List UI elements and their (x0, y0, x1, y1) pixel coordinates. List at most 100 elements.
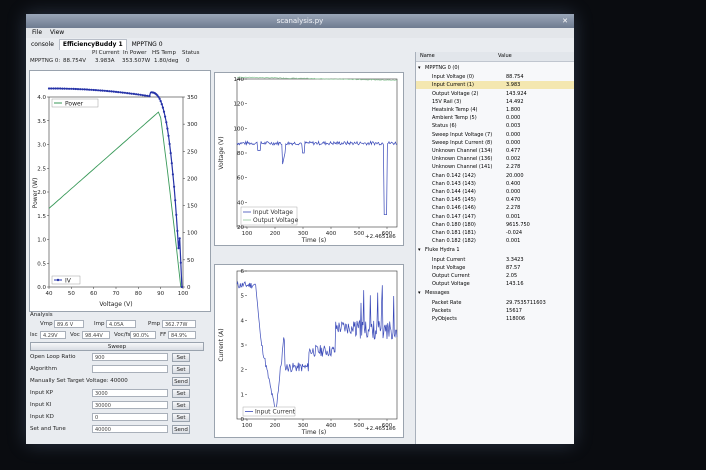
expand-arrow-icon[interactable]: ▾ (418, 64, 421, 72)
y-tick-label: 80 (237, 151, 244, 157)
tree-item[interactable]: Packets 15617 (416, 307, 574, 315)
iv-point (173, 185, 176, 188)
set-button[interactable]: Set (172, 353, 190, 362)
tree-item-name: Packet Rate (432, 299, 462, 306)
control-input[interactable]: 900 (92, 353, 168, 361)
control-input[interactable]: 3000 (92, 389, 168, 397)
control-label: Input KD (30, 414, 54, 420)
status-current: 3.983A (95, 58, 115, 64)
tree-item[interactable]: Ambient Temp (5) 0.000 (416, 114, 574, 122)
tree-item-value: 1.800 (506, 107, 521, 113)
tab-mpptng[interactable]: MPPTNG 0 (129, 40, 166, 50)
tree-item[interactable]: Chan 0.147 (147) 0.001 (416, 213, 574, 221)
iv-point (141, 94, 144, 97)
voltage-plot-area (236, 78, 398, 228)
tree-item[interactable]: Status (6) 0.003 (416, 122, 574, 130)
current-panel: 100 200 300 400 500 600 0 1 2 3 4 5 6 Input Current … (214, 264, 404, 438)
app-window: scanalysis.py ✕ File View console Effici… (26, 14, 574, 444)
tree-item[interactable]: Chan 0.143 (143) 0.400 (416, 180, 574, 188)
expand-arrow-icon[interactable]: ▾ (418, 289, 421, 297)
tree-item[interactable]: Chan 0.142 (142) 20.000 (416, 172, 574, 180)
tree-item[interactable]: Chan 0.145 (145) 0.470 (416, 196, 574, 204)
tree-item[interactable]: Heatsink Temp (4) 1.800 (416, 106, 574, 114)
control-input[interactable] (92, 365, 168, 373)
iv-point (101, 89, 104, 92)
y-tick-label: 4 (241, 318, 245, 324)
iv-point (88, 88, 91, 91)
pv-curve-panel: 40 50 60 70 80 90 100 0.0 0.5 1.0 1.5 2.0 2.5 3.0 3.5 4… (29, 70, 211, 312)
voltage-ylabel: Voltage (V) (218, 136, 225, 169)
pv-curve-chart: 40 50 60 70 80 90 1000.00.51.01.52.02.53.03.54… (32, 87, 198, 308)
close-icon[interactable]: ✕ (560, 16, 570, 26)
sweep-button[interactable]: Sweep (30, 342, 204, 351)
tree-item[interactable]: 15V Rail (3) 14.492 (416, 98, 574, 106)
tree-group[interactable]: ▾ MPPTNG 0 (0) (418, 64, 573, 72)
tree-item[interactable]: Sweep Input Voltage (7) 0.000 (416, 131, 574, 139)
tree-item[interactable]: Output Voltage (2) 143.924 (416, 90, 574, 98)
y-tick-label: 3.0 (37, 143, 46, 149)
input-current-legend: Input Current (255, 409, 296, 416)
tree-item[interactable]: Chan 0.180 (180) 9615.750 (416, 221, 574, 229)
tree-item[interactable]: Unknown Channel (141) 2.278 (416, 163, 574, 171)
send-button[interactable]: Send (172, 425, 190, 434)
menu-file[interactable]: File (32, 29, 42, 36)
voltage-chart: 100 200 300 400 500 60020406080100120140 Inpu… (218, 76, 398, 244)
tree-item[interactable]: Input Current 3.3423 (416, 256, 574, 264)
power-legend-label: Power (65, 101, 84, 108)
tree-item[interactable]: Input Current (1) 3.983 (416, 81, 574, 90)
tree-item-value: 0.400 (506, 180, 521, 187)
tree-item[interactable]: Packet Rate 29.7535711603 (416, 299, 574, 307)
tree-item-name: Chan 0.180 (180) (432, 221, 476, 228)
set-button[interactable]: Set (172, 389, 190, 398)
expand-arrow-icon[interactable]: ▾ (418, 246, 421, 254)
y-tick-label: 1.5 (37, 214, 46, 220)
x-tick-label: 100 (242, 423, 253, 429)
iv-point (130, 92, 133, 95)
set-button[interactable]: Set (172, 401, 190, 410)
iv-point (180, 285, 183, 289)
send-button[interactable]: Send (172, 377, 190, 386)
tree-item[interactable]: Output Voltage 143.16 (416, 280, 574, 288)
isc-field[interactable]: 4.29V (40, 331, 66, 339)
control-input[interactable]: 40000 (92, 425, 168, 433)
iv-point (92, 88, 95, 92)
tree-item[interactable]: Output Current 2.05 (416, 272, 574, 280)
tree-item[interactable]: Chan 0.144 (144) 0.000 (416, 188, 574, 196)
tree-item[interactable]: Input Voltage 87.57 (416, 264, 574, 272)
y-right-tick-label: 150 (187, 204, 198, 210)
tree-item-name: Input Current (1) (432, 82, 474, 89)
tree-item[interactable]: Unknown Channel (134) 0.477 (416, 147, 574, 155)
control-input[interactable]: 0 (92, 413, 168, 421)
vocfs-field[interactable]: 90.0% (130, 331, 156, 339)
tree-item-value: 0.000 (506, 189, 521, 195)
set-button[interactable]: Set (172, 413, 190, 422)
tree-group[interactable]: ▾ Fluke Hydra 1 (418, 246, 573, 254)
ff-field[interactable]: 84.9% (168, 331, 196, 339)
tree-item-name: Unknown Channel (141) (432, 164, 493, 171)
y-tick-label: 60 (237, 176, 244, 182)
imp-field[interactable]: 4.05A (106, 320, 136, 328)
tree-item-name: Status (6) (432, 123, 457, 130)
vmp-field[interactable]: 89.6 V (54, 320, 84, 328)
x-tick-label: 80 (135, 291, 142, 297)
y-right-tick-label: 0 (187, 285, 191, 291)
tab-console[interactable]: console (28, 40, 57, 50)
tree-item[interactable]: PyObjects 118006 (416, 315, 574, 323)
tree-item[interactable]: Sweep Input Current (8) 0.000 (416, 139, 574, 147)
tree-item[interactable]: Input Voltage (0) 88.754 (416, 73, 574, 81)
iv-point (52, 87, 55, 90)
tree-item[interactable]: Chan 0.181 (181) -0.024 (416, 229, 574, 237)
y-right-tick-label: 50 (187, 258, 194, 264)
pv-plot-area (48, 96, 184, 288)
tree-group[interactable]: ▾ Messages (418, 289, 573, 297)
tree-item[interactable]: Chan 0.182 (182) 0.001 (416, 237, 574, 245)
control-input[interactable]: 30000 (92, 401, 168, 409)
menu-view[interactable]: View (50, 29, 64, 36)
tree-item[interactable]: Unknown Channel (136) 0.002 (416, 155, 574, 163)
pmp-field[interactable]: 362.77W (162, 320, 196, 328)
voc-field[interactable]: 98.44V (82, 331, 110, 339)
tab-efficiencybuddy[interactable]: EfficiencyBuddy 1 (58, 39, 127, 50)
voc-label: Voc (70, 332, 80, 338)
set-button[interactable]: Set (172, 365, 190, 374)
tree-item[interactable]: Chan 0.146 (146) 2.278 (416, 204, 574, 212)
